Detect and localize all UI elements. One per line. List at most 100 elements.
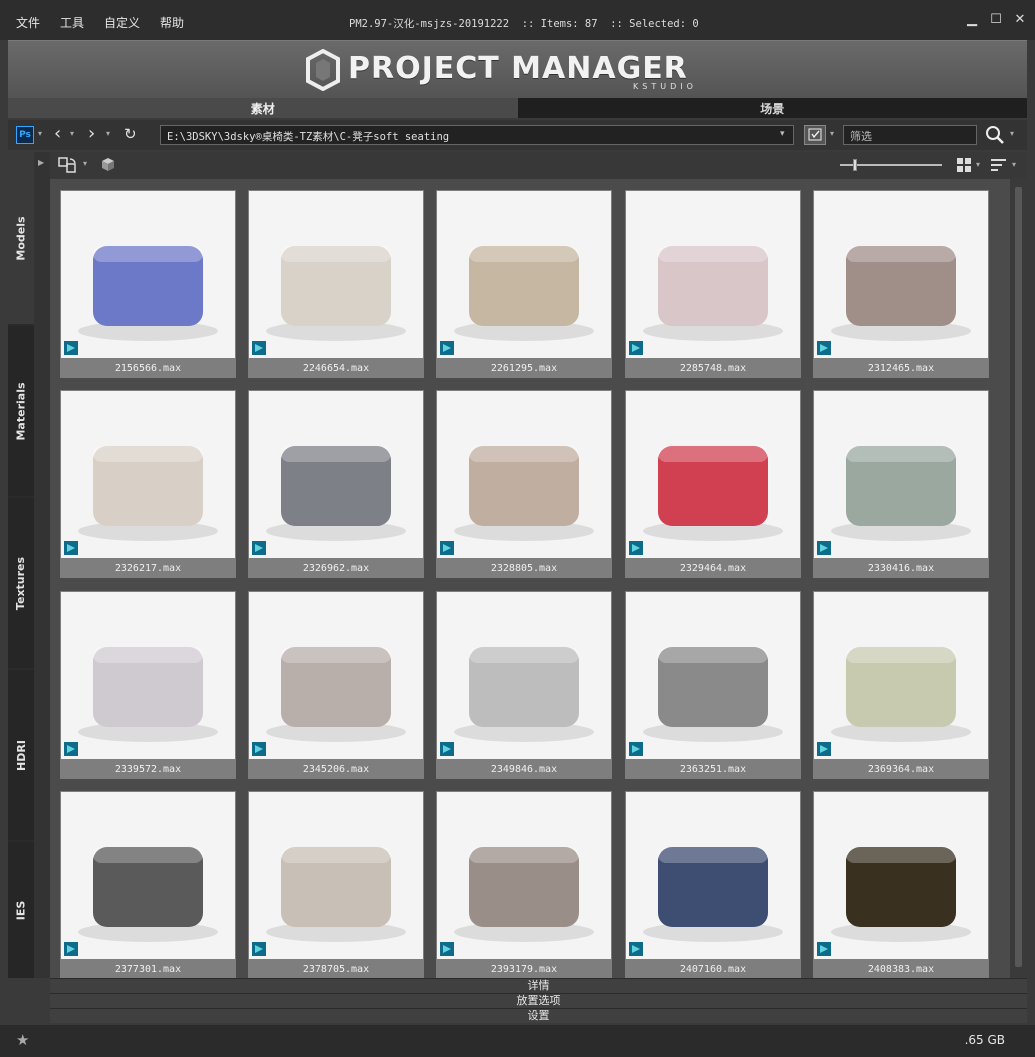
max-file-icon (629, 541, 643, 555)
menu-file[interactable]: 文件 (16, 14, 40, 31)
asset-thumbnail[interactable]: 2326217.max (60, 390, 236, 578)
slider-handle[interactable] (853, 159, 858, 171)
asset-filename: 2378705.max (302, 964, 370, 975)
sort-dropdown-icon[interactable]: ▾ (1012, 160, 1016, 169)
refresh-icon[interactable]: ↻ (124, 125, 137, 143)
asset-preview-image (61, 191, 235, 358)
scrollbar-thumb[interactable] (1015, 187, 1022, 967)
side-tab-textures[interactable]: Textures (8, 498, 34, 668)
menu-tools[interactable]: 工具 (60, 14, 84, 31)
search-dropdown-icon[interactable]: ▾ (1010, 129, 1014, 138)
asset-thumbnail[interactable]: 2285748.max (625, 190, 801, 378)
path-toolbar: Ps ▾ ‹ ▾ › ▾ ↻ E:\3DSKY\3dsky®桌椅类-TZ素材\C… (8, 120, 1027, 150)
max-file-icon (252, 742, 266, 756)
asset-thumbnail[interactable]: 2329464.max (625, 390, 801, 578)
status-bar: ★ .65 GB (0, 1025, 1035, 1057)
filter-input[interactable]: 筛选 (843, 125, 977, 145)
back-icon[interactable]: ‹ (54, 123, 61, 144)
tab-scenes[interactable]: 场景 (517, 98, 1027, 118)
asset-preview-image (814, 792, 988, 959)
asset-thumbnail[interactable]: 2261295.max (436, 190, 612, 378)
grid-scrollbar[interactable] (1010, 179, 1027, 978)
max-file-icon (629, 341, 643, 355)
asset-preview-image (814, 592, 988, 759)
max-file-icon (817, 942, 831, 956)
path-input[interactable]: E:\3DSKY\3dsky®桌椅类-TZ素材\C-凳子soft seating (160, 125, 794, 145)
side-tab-models[interactable]: Models (8, 152, 34, 324)
settings-header[interactable]: 设置 (50, 1008, 1027, 1023)
asset-thumbnail[interactable]: 2393179.max (436, 791, 612, 979)
logo-text: PROJECT MANAGER (348, 51, 688, 86)
ps-dropdown-icon[interactable]: ▾ (38, 129, 42, 138)
details-panel-header[interactable]: 详情 (50, 978, 1027, 993)
path-dropdown-icon[interactable]: ▾ (780, 129, 785, 139)
asset-thumbnail[interactable]: 2378705.max (248, 791, 424, 979)
asset-thumbnail[interactable]: 2345206.max (248, 591, 424, 779)
max-file-icon (440, 541, 454, 555)
asset-thumbnail[interactable]: 2363251.max (625, 591, 801, 779)
max-file-icon (64, 942, 78, 956)
side-tab-hdri[interactable]: HDRI (8, 670, 34, 840)
asset-preview-image (61, 792, 235, 959)
asset-thumbnail[interactable]: 2407160.max (625, 791, 801, 979)
menu-customize[interactable]: 自定义 (104, 14, 140, 31)
window-title: PM2.97-汉化-msjzs-20191222 :: Items: 87 ::… (349, 18, 699, 30)
close-icon[interactable]: ✕ (1013, 12, 1027, 27)
forward-icon[interactable]: › (88, 123, 95, 144)
asset-preview-image (626, 391, 800, 558)
logo-icon (306, 49, 340, 91)
collapse-arrow-icon[interactable]: ▶ (38, 158, 44, 167)
asset-thumbnail[interactable]: 2408383.max (813, 791, 989, 979)
max-file-icon (629, 742, 643, 756)
filter-toggle-button[interactable] (804, 125, 826, 145)
photoshop-icon[interactable]: Ps (16, 126, 34, 144)
max-file-icon (817, 541, 831, 555)
object-icon[interactable] (98, 155, 120, 175)
app-banner: PROJECT MANAGER KSTUDIO (8, 40, 1027, 98)
disk-usage: .65 GB (964, 1033, 1005, 1047)
sync-dropdown-icon[interactable]: ▾ (83, 159, 87, 168)
maximize-icon[interactable]: ☐ (989, 12, 1003, 27)
asset-thumbnail[interactable]: 2328805.max (436, 390, 612, 578)
search-icon[interactable] (984, 124, 1006, 146)
asset-filename: 2328805.max (490, 563, 558, 574)
main-tabs: 素材 场景 (8, 98, 1027, 118)
max-file-icon (64, 341, 78, 355)
side-tab-materials[interactable]: Materials (8, 326, 34, 496)
grid-view-icon[interactable] (956, 157, 972, 173)
asset-thumbnail[interactable]: 2312465.max (813, 190, 989, 378)
asset-thumbnail[interactable]: 2326962.max (248, 390, 424, 578)
asset-thumbnail[interactable]: 2246654.max (248, 190, 424, 378)
forward-dropdown-icon[interactable]: ▾ (106, 129, 110, 138)
asset-filename: 2246654.max (302, 363, 370, 374)
asset-filename: 2345206.max (302, 764, 370, 775)
asset-preview-image (814, 191, 988, 358)
asset-filename: 2156566.max (114, 363, 182, 374)
side-tab-ies[interactable]: IES (8, 842, 34, 978)
checklist-icon (808, 128, 822, 141)
asset-thumbnail[interactable]: 2349846.max (436, 591, 612, 779)
star-icon[interactable]: ★ (16, 1031, 29, 1049)
asset-thumbnail[interactable]: 2156566.max (60, 190, 236, 378)
filter-dropdown-icon[interactable]: ▾ (830, 129, 834, 138)
view-dropdown-icon[interactable]: ▾ (976, 160, 980, 169)
asset-thumbnail[interactable]: 2369364.max (813, 591, 989, 779)
asset-filename: 2312465.max (867, 363, 935, 374)
tab-assets[interactable]: 素材 (8, 98, 518, 118)
back-dropdown-icon[interactable]: ▾ (70, 129, 74, 138)
menu-help[interactable]: 帮助 (160, 14, 184, 31)
asset-thumbnail[interactable]: 2339572.max (60, 591, 236, 779)
max-file-icon (252, 341, 266, 355)
asset-filename: 2363251.max (679, 764, 747, 775)
placement-options-header[interactable]: 放置选项 (50, 993, 1027, 1008)
bottom-panels: 详情 放置选项 设置 (50, 978, 1027, 1023)
max-file-icon (440, 341, 454, 355)
asset-thumbnail[interactable]: 2330416.max (813, 390, 989, 578)
sort-icon[interactable] (990, 157, 1008, 173)
asset-preview-image (61, 391, 235, 558)
sync-icon[interactable] (56, 155, 80, 175)
sidebar-splitter[interactable] (34, 152, 50, 978)
asset-preview-image (249, 191, 423, 358)
minimize-icon[interactable]: ▁ (965, 12, 979, 27)
asset-thumbnail[interactable]: 2377301.max (60, 791, 236, 979)
